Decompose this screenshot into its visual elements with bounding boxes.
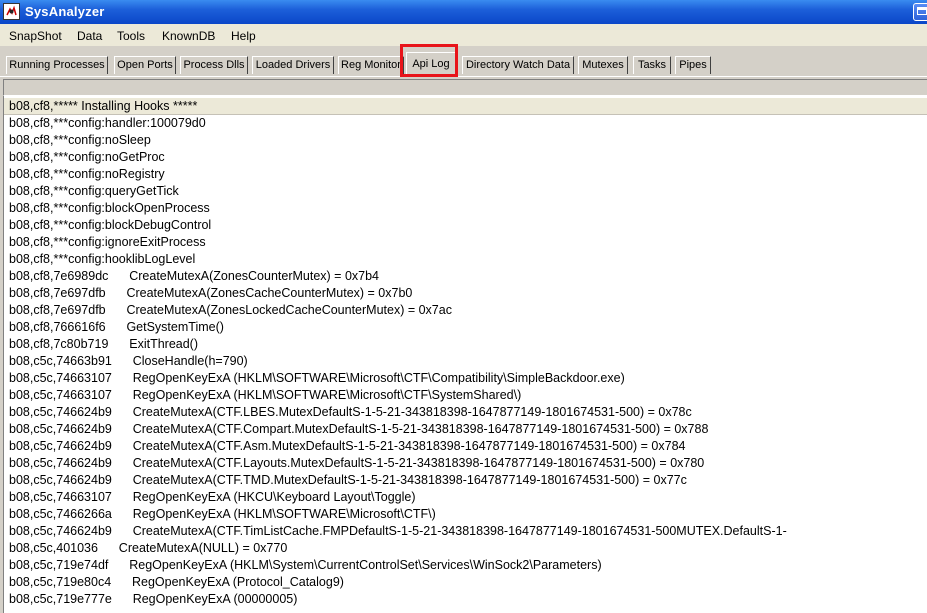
list-item[interactable]: b08,cf8,***config:noSleep — [4, 132, 927, 149]
list-item[interactable]: b08,cf8,7e697dfb CreateMutexA(ZonesLocke… — [4, 302, 927, 319]
tab-open-ports[interactable]: Open Ports — [114, 56, 176, 74]
list-item[interactable]: b08,c5c,74663107 RegOpenKeyExA (HKLM\SOF… — [4, 387, 927, 404]
list-item[interactable]: b08,c5c,746624b9 CreateMutexA(CTF.Layout… — [4, 455, 927, 472]
list-item[interactable]: b08,c5c,719e74df RegOpenKeyExA (HKLM\Sys… — [4, 557, 927, 574]
tab-mutexes[interactable]: Mutexes — [578, 56, 628, 74]
app-icon[interactable] — [3, 3, 20, 20]
menu-knowndb[interactable]: KnownDB — [162, 29, 215, 43]
list-item[interactable]: b08,c5c,746624b9 CreateMutexA(CTF.TMD.Mu… — [4, 472, 927, 489]
maximize-icon — [917, 7, 927, 15]
tab-strip: Running Processes Open Ports Process Dll… — [0, 46, 927, 78]
tab-running-processes[interactable]: Running Processes — [6, 56, 108, 74]
list-item[interactable]: b08,cf8,***config:blockOpenProcess — [4, 200, 927, 217]
maximize-button[interactable] — [913, 3, 927, 21]
list-item[interactable]: b08,cf8,***config:noRegistry — [4, 166, 927, 183]
tab-pipes[interactable]: Pipes — [675, 56, 711, 74]
list-item[interactable]: b08,cf8,7e6989dc CreateMutexA(ZonesCount… — [4, 268, 927, 285]
window-title: SysAnalyzer — [25, 4, 105, 19]
annotation-highlight-box — [400, 44, 458, 77]
list-item[interactable]: b08,c5c,74663b91 CloseHandle(h=790) — [4, 353, 927, 370]
list-item[interactable]: b08,c5c,746624b9 CreateMutexA(CTF.Asm.Mu… — [4, 438, 927, 455]
tab-reg-monitor[interactable]: Reg Monitor — [338, 56, 404, 74]
list-item[interactable]: b08,c5c,401036 CreateMutexA(NULL) = 0x77… — [4, 540, 927, 557]
list-item[interactable]: b08,c5c,74663107 RegOpenKeyExA (HKCU\Key… — [4, 489, 927, 506]
menu-snapshot[interactable]: SnapShot — [9, 29, 62, 43]
list-item[interactable]: b08,c5c,7466266a RegOpenKeyExA (HKLM\SOF… — [4, 506, 927, 523]
list-item[interactable]: b08,cf8,766616f6 GetSystemTime() — [4, 319, 927, 336]
title-bar: SysAnalyzer — [0, 0, 927, 24]
list-item[interactable]: b08,cf8,***config:noGetProc — [4, 149, 927, 166]
menu-bar: SnapShot Data Tools KnownDB Help — [0, 24, 927, 46]
list-item[interactable]: b08,cf8,***** Installing Hooks ***** — [4, 98, 927, 115]
list-item[interactable]: b08,cf8,7e697dfb CreateMutexA(ZonesCache… — [4, 285, 927, 302]
list-item[interactable]: b08,cf8,7c80b719 ExitThread() — [4, 336, 927, 353]
menu-data[interactable]: Data — [77, 29, 102, 43]
tab-directory-watch-data[interactable]: Directory Watch Data — [462, 56, 574, 74]
menu-tools[interactable]: Tools — [117, 29, 145, 43]
list-item[interactable]: b08,c5c,746624b9 CreateMutexA(CTF.LBES.M… — [4, 404, 927, 421]
list-item[interactable]: b08,c5c,746624b9 CreateMutexA(CTF.TimLis… — [4, 523, 927, 540]
tab-tasks[interactable]: Tasks — [633, 56, 671, 74]
list-item[interactable]: b08,cf8,***config:ignoreExitProcess — [4, 234, 927, 251]
list-item[interactable]: b08,c5c,74663107 RegOpenKeyExA (HKLM\SOF… — [4, 370, 927, 387]
tab-loaded-drivers[interactable]: Loaded Drivers — [252, 56, 334, 74]
list-header — [3, 79, 927, 96]
list-item[interactable]: b08,c5c,719e777e RegOpenKeyExA (00000005… — [4, 591, 927, 608]
list-item[interactable]: b08,cf8,***config:hooklibLogLevel — [4, 251, 927, 268]
api-log-list[interactable]: b08,cf8,***** Installing Hooks ***** b08,… — [3, 96, 927, 613]
menu-help[interactable]: Help — [231, 29, 256, 43]
list-item[interactable]: b08,cf8,***config:blockDebugControl — [4, 217, 927, 234]
list-item[interactable]: b08,c5c,746624b9 CreateMutexA(CTF.Compar… — [4, 421, 927, 438]
list-item[interactable]: b08,cf8,***config:handler:100079d0 — [4, 115, 927, 132]
list-item[interactable]: b08,c5c,719e80c4 RegOpenKeyExA (Protocol… — [4, 574, 927, 591]
list-item[interactable]: b08,cf8,***config:queryGetTick — [4, 183, 927, 200]
tab-process-dlls[interactable]: Process Dlls — [180, 56, 248, 74]
